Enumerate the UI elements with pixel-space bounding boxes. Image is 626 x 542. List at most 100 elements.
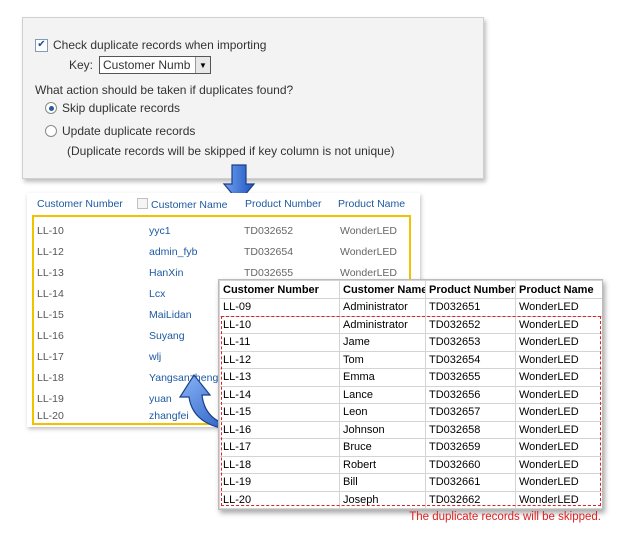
list-cell-number: LL-20 xyxy=(37,409,64,422)
table-cell: TD032659 xyxy=(425,438,516,457)
list-header-customer-name-label: Customer Name xyxy=(151,198,228,211)
table-row: LL-20 Joseph TD032662 WonderLED xyxy=(219,490,602,509)
duplicate-note: (Duplicate records will be skipped if ke… xyxy=(67,144,395,158)
table-cell: WonderLED xyxy=(515,438,602,457)
list-header: Customer Number Customer Name Product Nu… xyxy=(27,193,420,215)
list-cell-number: LL-19 xyxy=(37,392,64,405)
table-row: LL-19 Bill TD032661 WonderLED xyxy=(219,473,602,492)
table-row: LL-10 Administrator TD032652 WonderLED xyxy=(219,315,602,334)
table-cell: LL-15 xyxy=(219,403,340,422)
table-cell: Robert xyxy=(339,455,426,474)
key-label: Key: xyxy=(69,58,94,72)
table-cell: TD032662 xyxy=(425,490,516,509)
table-row: LL-18 Robert TD032660 WonderLED xyxy=(219,455,602,474)
table-cell: Emma xyxy=(339,368,426,387)
table-header-product-number: Product Number xyxy=(425,280,516,299)
table-row: LL-17 Bruce TD032659 WonderLED xyxy=(219,438,602,457)
list-cell-number: LL-18 xyxy=(37,371,64,384)
table-cell: Bruce xyxy=(339,438,426,457)
table-cell: Tom xyxy=(339,350,426,369)
key-row: Key: Customer Numb ▼ xyxy=(69,56,212,74)
table-cell: LL-14 xyxy=(219,385,340,404)
table-header-customer-number: Customer Number xyxy=(219,280,340,299)
duplicate-caption: The duplicate records will be skipped. xyxy=(409,511,601,523)
list-cell-number: LL-12 xyxy=(37,245,64,258)
table-cell: Jame xyxy=(339,333,426,352)
table-cell: Administrator xyxy=(339,315,426,334)
table-cell: WonderLED xyxy=(515,385,602,404)
list-cell-name[interactable]: admin_fyb xyxy=(149,246,197,258)
table-cell: TD032655 xyxy=(425,368,516,387)
list-cell-name[interactable]: HanXin xyxy=(149,267,183,279)
list-cell-product-name: WonderLED xyxy=(340,245,398,258)
table-header-product-name: Product Name xyxy=(515,280,602,299)
list-cell-product-name: WonderLED xyxy=(340,266,398,279)
table-cell: Johnson xyxy=(339,420,426,439)
table-cell: LL-19 xyxy=(219,473,340,492)
update-duplicates-radio[interactable] xyxy=(45,125,57,137)
skip-duplicates-option[interactable]: Skip duplicate records xyxy=(45,101,180,115)
table-cell: WonderLED xyxy=(515,333,602,352)
table-cell: WonderLED xyxy=(515,473,602,492)
list-header-product-number[interactable]: Product Number xyxy=(245,198,321,210)
table-row: LL-13 Emma TD032655 WonderLED xyxy=(219,368,602,387)
table-cell: LL-20 xyxy=(219,490,340,509)
import-data-table: Customer Number Customer Name Product Nu… xyxy=(218,279,603,510)
select-all-checkbox[interactable] xyxy=(137,197,148,209)
list-cell-name[interactable]: yyc1 xyxy=(149,225,171,237)
table-cell: WonderLED xyxy=(515,350,602,369)
table-cell: WonderLED xyxy=(515,368,602,387)
table-cell: WonderLED xyxy=(515,315,602,334)
table-row: LL-11 Jame TD032653 WonderLED xyxy=(219,333,602,352)
list-cell-name[interactable]: Lcx xyxy=(149,288,165,300)
table-cell: LL-13 xyxy=(219,368,340,387)
table-cell: LL-17 xyxy=(219,438,340,457)
list-cell-name[interactable]: wlj xyxy=(149,351,161,363)
table-cell: WonderLED xyxy=(515,403,602,422)
table-cell: LL-18 xyxy=(219,455,340,474)
list-item: LL-10 yyc1 TD032652 WonderLED xyxy=(34,220,409,241)
table-cell: Administrator xyxy=(339,298,426,317)
table-cell: LL-11 xyxy=(219,333,340,352)
table-cell: TD032654 xyxy=(425,350,516,369)
chevron-down-icon[interactable]: ▼ xyxy=(195,57,211,73)
table-cell: WonderLED xyxy=(515,490,602,509)
list-cell-name[interactable]: yuan xyxy=(149,393,172,405)
duplicate-action-question: What action should be taken if duplicate… xyxy=(35,83,294,97)
table-cell: Lance xyxy=(339,385,426,404)
list-cell-number: LL-14 xyxy=(37,287,64,300)
table-row: LL-15 Leon TD032657 WonderLED xyxy=(219,403,602,422)
table-cell: TD032652 xyxy=(425,315,516,334)
table-row: LL-16 Johnson TD032658 WonderLED xyxy=(219,420,602,439)
table-cell: WonderLED xyxy=(515,455,602,474)
list-header-customer-number[interactable]: Customer Number xyxy=(37,198,123,210)
skip-duplicates-radio[interactable] xyxy=(45,102,57,114)
list-cell-number: LL-16 xyxy=(37,329,64,342)
list-cell-number: LL-15 xyxy=(37,308,64,321)
list-header-product-name[interactable]: Product Name xyxy=(338,198,405,210)
table-cell: TD032658 xyxy=(425,420,516,439)
list-cell-name[interactable]: Suyang xyxy=(149,330,185,342)
list-header-customer-name[interactable]: Customer Name xyxy=(137,197,228,211)
table-cell: TD032661 xyxy=(425,473,516,492)
table-cell: Bill xyxy=(339,473,426,492)
list-cell-number: LL-10 xyxy=(37,224,64,237)
list-cell-name[interactable]: MaiLidan xyxy=(149,309,192,321)
table-cell: LL-10 xyxy=(219,315,340,334)
table-cell: TD032651 xyxy=(425,298,516,317)
table-cell: TD032657 xyxy=(425,403,516,422)
check-duplicates-checkbox[interactable]: ✔ xyxy=(35,38,48,52)
list-cell-product-number: TD032654 xyxy=(244,245,294,258)
table-row: LL-09 Administrator TD032651 WonderLED xyxy=(219,298,602,317)
check-duplicates-row[interactable]: ✔ Check duplicate records when importing xyxy=(35,38,266,52)
table-row: LL-14 Lance TD032656 WonderLED xyxy=(219,385,602,404)
update-duplicates-label: Update duplicate records xyxy=(62,124,196,138)
table-cell: WonderLED xyxy=(515,298,602,317)
duplicate-settings-panel: ✔ Check duplicate records when importing… xyxy=(22,17,484,179)
key-select[interactable]: Customer Numb ▼ xyxy=(99,56,212,74)
update-duplicates-option[interactable]: Update duplicate records xyxy=(45,124,195,138)
list-cell-product-number: TD032652 xyxy=(244,224,294,237)
table-header-customer-name: Customer Name xyxy=(339,280,426,299)
table-cell: Leon xyxy=(339,403,426,422)
list-cell-product-name: WonderLED xyxy=(340,224,398,237)
